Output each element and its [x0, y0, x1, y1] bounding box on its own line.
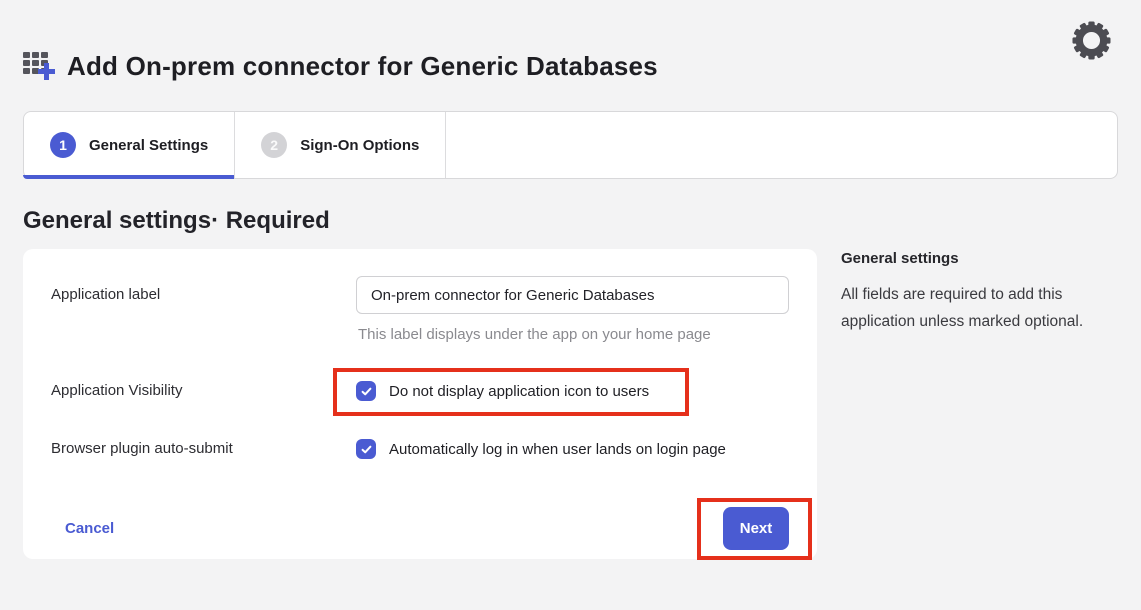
application-visibility-checkbox-row: Do not display application icon to users [356, 381, 789, 401]
section-heading: General settings· Required [23, 207, 1118, 235]
next-button-wrap: Next [723, 507, 789, 550]
browser-plugin-row: Browser plugin auto-submit Automatically… [51, 439, 789, 459]
next-button[interactable]: Next [723, 507, 789, 550]
page: Add On-prem connector for Generic Databa… [0, 0, 1141, 559]
browser-plugin-label: Browser plugin auto-submit [51, 439, 356, 457]
general-settings-form-card: Application label This label displays un… [23, 249, 817, 559]
application-label-field-group: This label displays under the app on you… [356, 276, 789, 343]
browser-plugin-checkbox[interactable] [356, 439, 376, 459]
tab-sign-on-options[interactable]: 2 Sign-On Options [235, 112, 446, 178]
help-side-panel: General settings All fields are required… [841, 249, 1118, 335]
gear-icon[interactable] [1072, 21, 1111, 60]
application-label-input[interactable] [356, 276, 789, 314]
wizard-tab-bar: 1 General Settings 2 Sign-On Options [23, 111, 1118, 179]
checkmark-icon [360, 385, 373, 398]
form-footer: Cancel Next [51, 507, 789, 550]
application-label-row: Application label This label displays un… [51, 276, 789, 343]
tab-general-settings[interactable]: 1 General Settings [24, 112, 235, 178]
side-panel-body: All fields are required to add this appl… [841, 282, 1118, 335]
cancel-button[interactable]: Cancel [65, 520, 114, 537]
step-number-badge: 2 [261, 132, 287, 158]
tab-label: Sign-On Options [300, 137, 419, 154]
application-visibility-label: Application Visibility [51, 381, 356, 399]
application-label-label: Application label [51, 276, 356, 303]
application-label-help-text: This label displays under the app on you… [358, 326, 789, 343]
page-title: Add On-prem connector for Generic Databa… [67, 51, 658, 82]
plus-icon [38, 69, 55, 74]
app-grid-plus-icon [23, 51, 56, 82]
application-visibility-checkbox[interactable] [356, 381, 376, 401]
tab-label: General Settings [89, 137, 208, 154]
browser-plugin-checkbox-row: Automatically log in when user lands on … [356, 439, 789, 459]
application-visibility-row: Application Visibility Do not display ap… [51, 381, 789, 401]
page-header: Add On-prem connector for Generic Databa… [23, 0, 1118, 82]
checkmark-icon [360, 443, 373, 456]
side-panel-heading: General settings [841, 250, 1118, 267]
main-content: Application label This label displays un… [23, 249, 1118, 559]
browser-plugin-checkbox-label[interactable]: Automatically log in when user lands on … [389, 441, 726, 458]
step-number-badge: 1 [50, 132, 76, 158]
application-visibility-checkbox-label[interactable]: Do not display application icon to users [389, 383, 649, 400]
